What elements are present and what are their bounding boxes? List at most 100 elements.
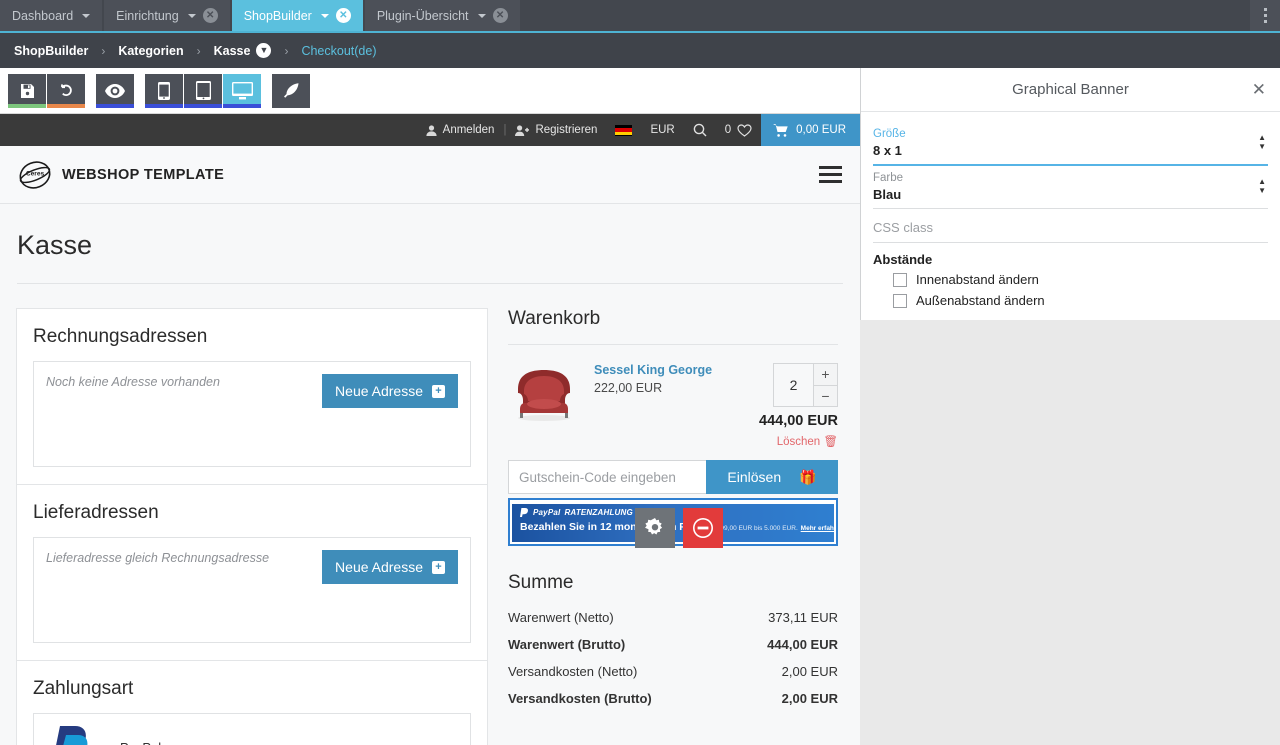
color-label: Farbe xyxy=(873,172,904,184)
color-value: Blau xyxy=(873,187,902,202)
tab-label: Einrichtung xyxy=(116,8,179,23)
editor-toolbar xyxy=(0,68,860,114)
shop-preview: Anmelden | Registrieren EUR 0 0,00 EUR C… xyxy=(0,114,860,745)
widget-settings-panel: Graphical Banner ✕ Größe 8 x 1 ▲ ▼ Farbe … xyxy=(860,68,1280,320)
coupon-input[interactable] xyxy=(508,460,706,494)
tab-einrichtung[interactable]: Einrichtung ✕ xyxy=(104,0,230,31)
more-options-menu-icon[interactable] xyxy=(1250,0,1280,31)
user-icon xyxy=(426,124,437,136)
trash-icon: 🗑 xyxy=(823,436,838,448)
breadcrumb-current-checkout[interactable]: Checkout(de) xyxy=(301,44,376,58)
mobile-underline xyxy=(145,103,183,108)
undo-button[interactable] xyxy=(47,73,85,108)
new-billing-address-button[interactable]: Neue Adresse + xyxy=(322,374,458,408)
cart-item-row: Sessel King George 222,00 EUR 2 + − 444,… xyxy=(508,345,838,454)
redeem-coupon-button[interactable]: Einlösen 🎁 xyxy=(706,460,838,494)
language-selector[interactable] xyxy=(606,124,641,136)
quantity-stepper[interactable]: 2 + − xyxy=(773,363,838,407)
panel-title: Graphical Banner xyxy=(1012,81,1129,98)
widget-settings-button[interactable] xyxy=(635,508,675,548)
panel-body: Größe 8 x 1 ▲ ▼ Farbe Blau ▲ ▼ CSS class A… xyxy=(861,112,1280,311)
button-label: Neue Adresse xyxy=(335,559,423,575)
german-flag-icon xyxy=(615,124,633,136)
edit-pen-button[interactable] xyxy=(272,73,310,108)
payment-method-card: Zahlungsart PayPal xyxy=(16,661,488,745)
breadcrumb: ShopBuilder › Kategorien › Kasse ▼ › Che… xyxy=(0,33,1280,68)
desktop-view-button[interactable] xyxy=(223,73,261,108)
graphical-banner-widget[interactable]: PayPal RATENZAHLUNG Bezahlen Sie in 12 m… xyxy=(508,498,838,548)
tablet-view-button[interactable] xyxy=(184,73,222,108)
summary-value: 2,00 EUR xyxy=(781,691,838,706)
delete-item-button[interactable]: Löschen 🗑 xyxy=(759,434,838,448)
cart-heading: Warenkorb xyxy=(508,308,601,329)
close-icon[interactable]: ✕ xyxy=(492,8,508,23)
breadcrumb-item-kasse[interactable]: Kasse ▼ xyxy=(214,43,272,58)
quantity-value[interactable]: 2 xyxy=(774,364,813,406)
size-value: 8 x 1 xyxy=(873,143,902,158)
summary-value: 2,00 EUR xyxy=(781,664,838,679)
shopbuilder-window: Dashboard Einrichtung ✕ ShopBuilder ✕ Pl… xyxy=(0,0,1280,745)
checkbox-unchecked-icon[interactable] xyxy=(893,293,907,308)
search-button[interactable] xyxy=(684,123,716,137)
padding-checkbox-row[interactable]: Innenabstand ändern xyxy=(873,269,1268,290)
quantity-decrease-button[interactable]: − xyxy=(814,384,837,406)
summary-value: 373,11 EUR xyxy=(768,610,838,625)
margin-checkbox-row[interactable]: Außenabstand ändern xyxy=(873,290,1268,311)
button-label: Neue Adresse xyxy=(335,383,423,399)
currency-selector[interactable]: EUR xyxy=(641,124,683,136)
quantity-increase-button[interactable]: + xyxy=(814,364,837,385)
close-icon[interactable]: ✕ xyxy=(1252,81,1266,98)
chevron-down-circle-icon[interactable]: ▼ xyxy=(256,43,272,58)
banner-headline-text: Bezahlen Sie in 12 monatlichen Raten xyxy=(520,521,709,533)
product-name-link[interactable]: Sessel King George xyxy=(594,363,712,377)
gear-icon xyxy=(645,518,663,535)
wishlist-button[interactable]: 0 xyxy=(716,123,761,137)
css-class-placeholder: CSS class xyxy=(873,220,933,235)
hamburger-menu-icon[interactable] xyxy=(819,166,842,183)
widget-remove-button[interactable] xyxy=(683,508,723,548)
breadcrumb-item-kategorien[interactable]: Kategorien xyxy=(118,44,183,58)
summary-label: Warenwert (Brutto) xyxy=(508,637,626,652)
save-underline xyxy=(8,103,46,108)
save-button[interactable] xyxy=(8,73,46,108)
payment-option-paypal[interactable]: PayPal xyxy=(33,713,471,745)
summary-row: Warenwert (Netto) 373,11 EUR xyxy=(508,604,838,631)
cart-button[interactable]: 0,00 EUR xyxy=(761,114,860,146)
search-icon xyxy=(693,123,707,137)
mobile-view-button[interactable] xyxy=(145,73,183,108)
summary-value: 444,00 EUR xyxy=(767,637,838,652)
chevron-down-icon xyxy=(477,13,486,18)
checkbox-unchecked-icon[interactable] xyxy=(893,272,907,287)
close-icon[interactable]: ✕ xyxy=(335,8,351,23)
banner-more-link[interactable]: Mehr erfahren xyxy=(801,525,834,532)
tab-plugin-uebersicht[interactable]: Plugin-Übersicht ✕ xyxy=(364,0,520,31)
tab-shopbuilder[interactable]: ShopBuilder ✕ xyxy=(231,0,363,31)
register-link[interactable]: Registrieren xyxy=(506,124,606,136)
css-class-input[interactable]: CSS class xyxy=(873,209,1268,243)
register-label: Registrieren xyxy=(535,124,598,136)
delete-label: Löschen xyxy=(776,436,821,448)
button-label: Einlösen xyxy=(727,469,782,485)
preview-underline xyxy=(96,103,134,108)
sort-arrows-icon[interactable]: ▲ ▼ xyxy=(1258,178,1266,195)
product-unit-price: 222,00 EUR xyxy=(594,381,663,395)
paypal-mark-icon xyxy=(520,508,528,517)
close-icon[interactable]: ✕ xyxy=(202,8,218,23)
tab-dashboard[interactable]: Dashboard xyxy=(0,0,103,31)
preview-button[interactable] xyxy=(96,73,134,108)
chevron-down-icon xyxy=(82,13,91,18)
paypal-logo-icon xyxy=(56,726,88,745)
login-link[interactable]: Anmelden xyxy=(417,124,504,136)
sort-arrows-icon[interactable]: ▲ ▼ xyxy=(1258,134,1266,151)
product-thumbnail[interactable] xyxy=(508,363,580,423)
ceres-logo-icon[interactable]: Ceres xyxy=(18,160,52,190)
tab-bar-spacer xyxy=(522,0,1250,31)
cart-item-right: 2 + − 444,00 EUR Löschen 🗑 xyxy=(759,363,838,448)
wishlist-count: 0 xyxy=(724,124,732,136)
padding-checkbox-label: Innenabstand ändern xyxy=(916,272,1039,287)
breadcrumb-item-shopbuilder[interactable]: ShopBuilder xyxy=(14,44,88,58)
new-shipping-address-button[interactable]: Neue Adresse + xyxy=(322,550,458,584)
size-select-field[interactable]: Größe 8 x 1 ▲ ▼ xyxy=(873,122,1268,166)
color-select-field[interactable]: Farbe Blau ▲ ▼ xyxy=(873,166,1268,209)
shipping-heading: Lieferadressen xyxy=(33,502,159,523)
